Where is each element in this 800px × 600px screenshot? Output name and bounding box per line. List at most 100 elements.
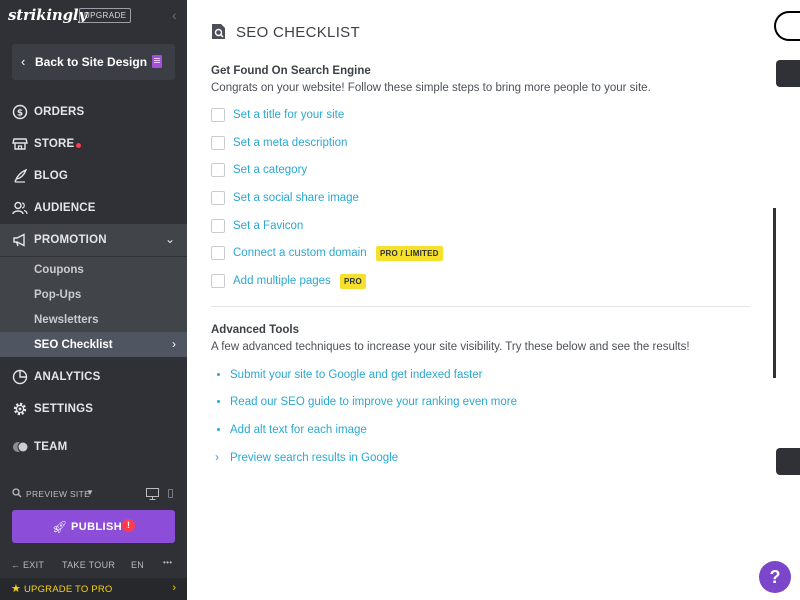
publish-alert-badge: ! [122, 519, 135, 532]
nav-item-analytics[interactable]: ANALYTICS [0, 361, 187, 393]
exit-arrow-icon[interactable]: ← [11, 560, 20, 570]
chevron-left-icon: ‹ [21, 54, 26, 69]
nav-label-promotion: PROMOTION [34, 234, 107, 246]
sub-label-coupons: Coupons [34, 264, 84, 276]
nav-item-audience[interactable]: AUDIENCE [0, 192, 187, 224]
notification-dot [76, 143, 81, 148]
sidebar-item-coupons[interactable]: Coupons [0, 257, 187, 282]
pie-chart-icon [12, 369, 28, 385]
advanced-tool-link[interactable]: Preview search results in Google [230, 452, 398, 464]
nav-item-blog[interactable]: BLOG [0, 160, 187, 192]
checklist-item[interactable]: Connect a custom domain PRO / LIMITED [211, 246, 731, 262]
checkbox[interactable] [211, 108, 225, 122]
caret-down-icon[interactable]: ▼ [86, 488, 94, 497]
sidebar-footer: ← EXIT TAKE TOUR EN ••• [0, 558, 187, 574]
help-button[interactable]: ? [759, 561, 791, 593]
nav-item-team[interactable]: TEAM [0, 431, 187, 463]
advanced-tool-item[interactable]: Read our SEO guide to improve your ranki… [217, 395, 617, 411]
publish-button[interactable]: 🚀︎ PUBLISH ! [12, 510, 175, 543]
desktop-icon[interactable] [146, 488, 159, 500]
advanced-tool-link[interactable]: Submit your site to Google and get index… [230, 369, 483, 381]
star-icon: ★ [11, 583, 21, 595]
preview-site-row: PREVIEW SITE ▼ [12, 488, 180, 502]
sub-label-popups: Pop-Ups [34, 289, 82, 301]
rocket-icon: 🚀︎ [52, 520, 68, 534]
pro-badge: PRO / LIMITED [376, 246, 443, 261]
bullet-icon [217, 400, 220, 403]
more-options-icon[interactable]: ••• [163, 558, 172, 567]
editor-button-edge[interactable] [774, 11, 800, 41]
seo-document-search-icon [212, 24, 225, 39]
checklist-item[interactable]: Set a title for your site [211, 108, 731, 124]
sub-label-newsletters: Newsletters [34, 314, 99, 326]
strikingly-logo[interactable]: strikingly [8, 6, 87, 24]
checkbox[interactable] [211, 219, 225, 233]
checklist-item[interactable]: Add multiple pages PRO [211, 274, 731, 290]
checklist-item-link[interactable]: Set a Favicon [233, 220, 303, 232]
nav-label-blog: BLOG [34, 170, 69, 182]
chevron-right-icon: › [172, 337, 176, 351]
nav-item-promotion[interactable]: PROMOTION ⌄ [0, 224, 187, 256]
bullet-icon [217, 428, 220, 431]
advanced-tool-link[interactable]: Add alt text for each image [230, 424, 367, 436]
checklist-item-link[interactable]: Connect a custom domain [233, 247, 367, 259]
nav-item-store[interactable]: STORE [0, 128, 187, 160]
exit-link[interactable]: EXIT [23, 560, 44, 570]
upgrade-to-pro-label: UPGRADE TO PRO [24, 584, 113, 595]
sidebar-item-seo-checklist[interactable]: SEO Checklist › [0, 332, 187, 357]
upgrade-to-pro-bar[interactable]: ★ UPGRADE TO PRO › [0, 578, 187, 600]
checklist-item-link[interactable]: Set a title for your site [233, 109, 344, 121]
advanced-tool-item[interactable]: Submit your site to Google and get index… [217, 368, 617, 384]
checklist-item-link[interactable]: Set a meta description [233, 137, 347, 149]
megaphone-icon [13, 233, 25, 247]
checklist-item-link[interactable]: Set a social share image [233, 192, 359, 204]
seo-checklist-panel: SEO CHECKLIST Get Found On Search Engine… [187, 0, 774, 600]
checklist-item[interactable]: Set a category [211, 163, 731, 179]
checkbox[interactable] [211, 163, 225, 177]
preview-site-link[interactable]: PREVIEW SITE [26, 489, 90, 499]
nav-item-settings[interactable]: SETTINGS [0, 393, 187, 425]
team-avatars-icon [13, 441, 29, 453]
chevron-down-icon: ⌄ [164, 232, 175, 246]
section-heading-advanced: Advanced Tools [211, 324, 299, 336]
checkbox[interactable] [211, 191, 225, 205]
svg-text:$: $ [17, 109, 23, 119]
quill-icon [14, 168, 28, 183]
sidebar-item-popups[interactable]: Pop-Ups [0, 282, 187, 307]
nav-label-settings: SETTINGS [34, 403, 94, 415]
sidebar-header: strikingly UPGRADE ‹ [0, 0, 187, 32]
editor-toolbar-edge-lower[interactable] [776, 448, 800, 475]
advanced-tool-item[interactable]: Add alt text for each image [217, 423, 617, 439]
users-icon [12, 201, 28, 215]
nav-item-orders[interactable]: $ ORDERS [0, 96, 187, 128]
page-title: SEO CHECKLIST [236, 24, 360, 41]
pro-badge: PRO [340, 274, 366, 289]
back-button-label: Back to Site Design [35, 55, 148, 69]
checkbox[interactable] [211, 136, 225, 150]
upgrade-tag[interactable]: UPGRADE [79, 8, 132, 23]
checklist-item[interactable]: Set a meta description [211, 136, 731, 152]
sidebar: strikingly UPGRADE ‹ ‹ Back to Site Desi… [0, 0, 187, 600]
checkbox[interactable] [211, 246, 225, 260]
nav-label-analytics: ANALYTICS [34, 371, 101, 383]
advanced-tool-item[interactable]: › Preview search results in Google [215, 450, 617, 467]
gear-icon [13, 402, 27, 416]
checkbox[interactable] [211, 274, 225, 288]
checklist-item[interactable]: Set a social share image [211, 191, 731, 207]
editor-toolbar-edge[interactable] [776, 60, 800, 87]
take-tour-link[interactable]: TAKE TOUR [62, 560, 115, 570]
checklist-item-link[interactable]: Set a category [233, 164, 307, 176]
section-description-advanced: A few advanced techniques to increase yo… [211, 341, 690, 353]
sidebar-item-newsletters[interactable]: Newsletters [0, 307, 187, 332]
checklist-item-link[interactable]: Add multiple pages [233, 275, 331, 287]
nav-label-orders: ORDERS [34, 106, 85, 118]
advanced-tool-link[interactable]: Read our SEO guide to improve your ranki… [230, 396, 517, 408]
sub-label-seo-checklist: SEO Checklist [34, 339, 113, 351]
checklist-item[interactable]: Set a Favicon [211, 219, 731, 235]
back-to-site-design-button[interactable]: ‹ Back to Site Design [12, 44, 175, 80]
section-heading-found: Get Found On Search Engine [211, 65, 371, 77]
mobile-icon[interactable] [168, 489, 173, 498]
collapse-sidebar-icon[interactable]: ‹ [172, 7, 182, 23]
language-switch[interactable]: EN [131, 560, 144, 570]
site-page-icon [152, 55, 162, 68]
